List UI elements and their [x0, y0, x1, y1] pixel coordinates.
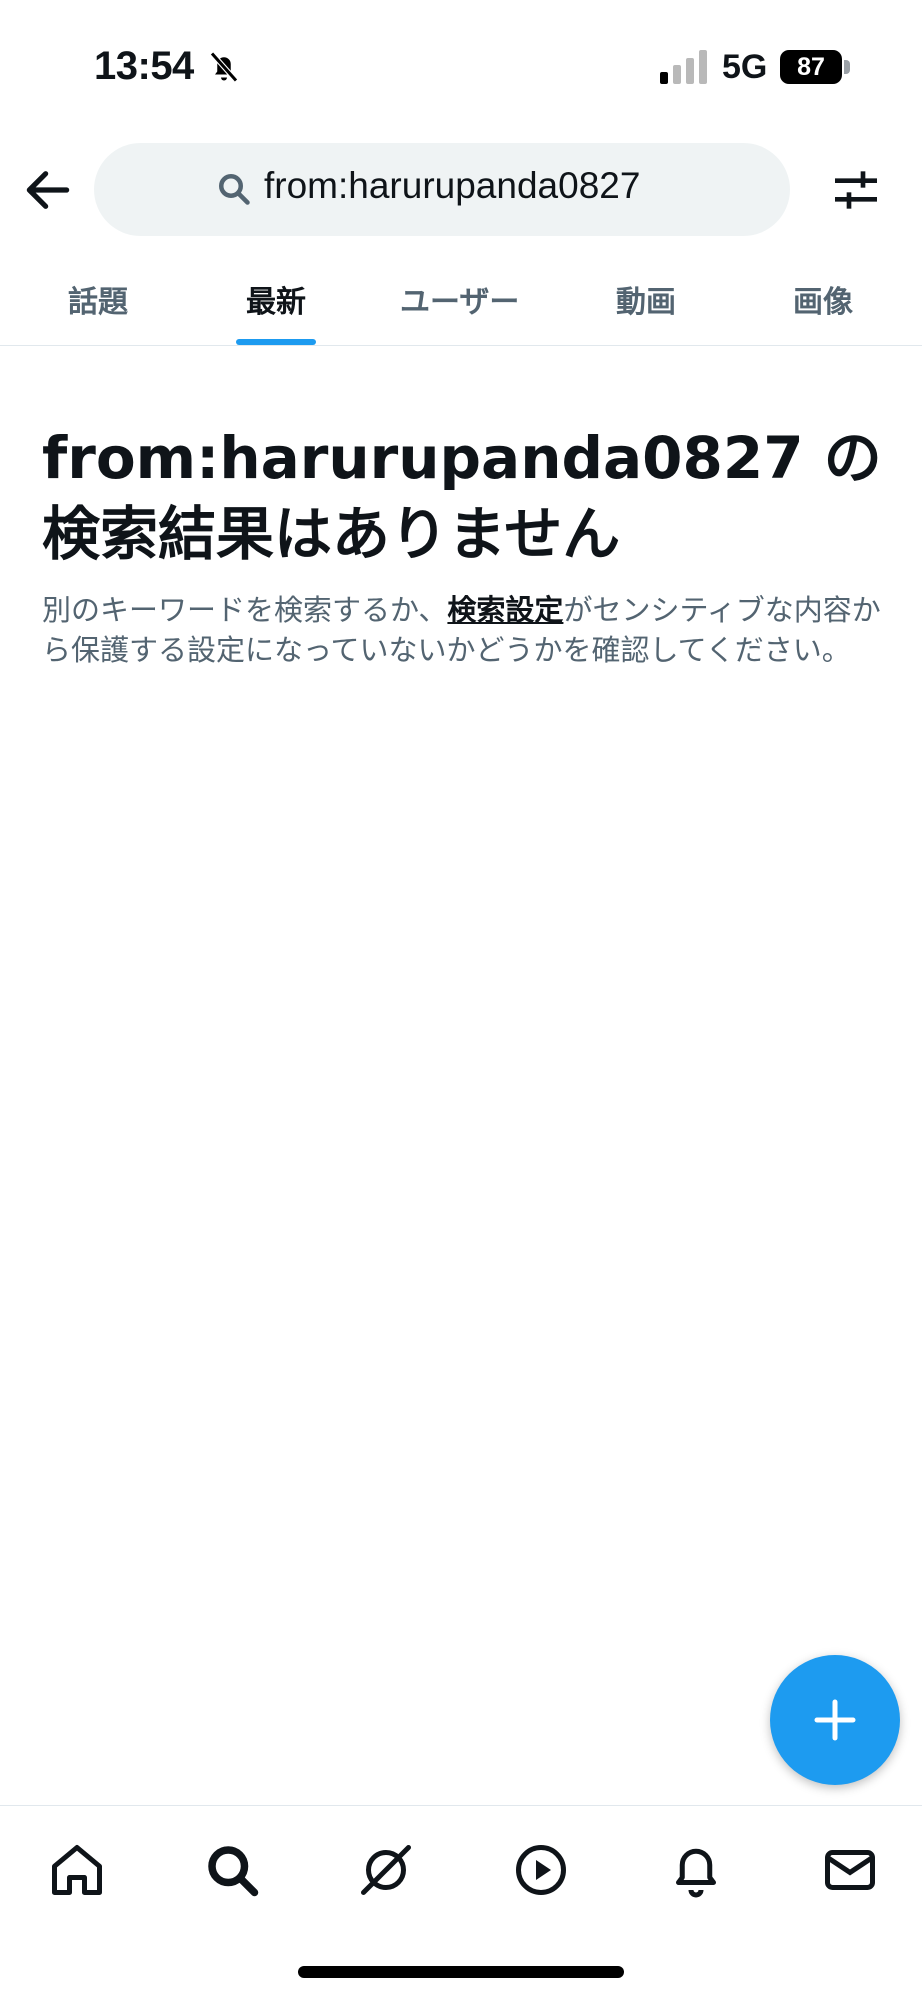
tab-users[interactable]: ユーザー [400, 277, 519, 321]
empty-state-description: 別のキーワードを検索するか、検索設定がセンシティブな内容から保護する設定になって… [42, 590, 882, 670]
sliders-icon[interactable] [828, 160, 884, 220]
bell-muted-icon [210, 51, 238, 83]
tab-videos[interactable]: 動画 [616, 277, 676, 321]
bottom-navigation [0, 1805, 922, 1916]
tab-images[interactable]: 画像 [793, 277, 853, 321]
empty-state-title: from:harurupanda0827 の検索結果はありません [42, 424, 882, 568]
active-tab-indicator [236, 339, 316, 345]
battery-tip [844, 60, 850, 74]
status-time: 13:54 [94, 44, 194, 88]
search-icon[interactable] [202, 1840, 262, 1900]
video-icon[interactable] [511, 1840, 571, 1900]
battery-level: 87 [797, 53, 825, 81]
status-bar: 13:54 5G 87 [0, 0, 922, 130]
signal-icon [660, 50, 707, 84]
plus-icon [814, 1699, 856, 1741]
battery-icon: 87 [780, 50, 842, 84]
grok-icon[interactable] [356, 1840, 416, 1900]
bell-icon[interactable] [666, 1840, 726, 1900]
home-indicator [298, 1966, 624, 1978]
back-button[interactable] [20, 160, 76, 220]
search-query: from:harurupanda0827 [264, 165, 641, 206]
compose-button[interactable] [770, 1655, 900, 1785]
network-type: 5G [722, 48, 768, 86]
description-text: 別のキーワードを検索するか、 [42, 593, 448, 627]
search-tabs: 話題 最新 ユーザー 動画 画像 [0, 255, 922, 346]
search-input[interactable]: from:harurupanda0827 [94, 143, 790, 236]
search-settings-link[interactable]: 検索設定 [447, 593, 563, 627]
home-icon[interactable] [47, 1840, 107, 1900]
tab-latest[interactable]: 最新 [246, 277, 306, 321]
tab-trending[interactable]: 話題 [68, 277, 128, 321]
search-icon [219, 174, 250, 205]
mail-icon[interactable] [820, 1840, 880, 1900]
